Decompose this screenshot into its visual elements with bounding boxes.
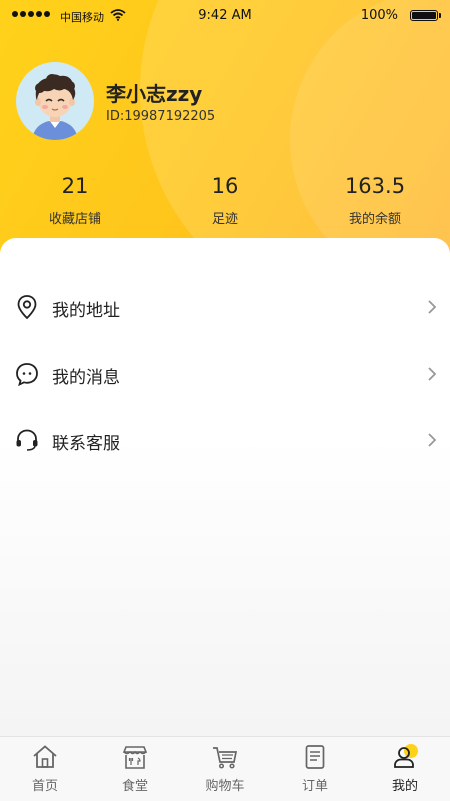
tab-label: 食堂 (121, 779, 148, 794)
tab-mine[interactable]: 我的 (360, 737, 450, 801)
menu-item-label: 我的地址 (52, 301, 120, 321)
tab-label: 我的 (391, 779, 418, 794)
tab-label: 订单 (301, 779, 328, 794)
user-id: ID:19987192205 (106, 109, 216, 124)
menu-item-label: 我的消息 (52, 368, 120, 388)
home-icon (33, 745, 57, 768)
menu-item-customer-service[interactable]: 联系客服 (0, 415, 450, 465)
tab-label: 购物车 (205, 779, 245, 794)
stat-footprints[interactable]: 16 足迹 (150, 174, 300, 227)
stat-label: 足迹 (211, 212, 238, 227)
location-pin-icon (17, 295, 37, 320)
profile-icon (394, 744, 418, 768)
tab-canteen[interactable]: 食堂 (90, 737, 180, 801)
order-icon (305, 745, 325, 769)
battery-percentage: 100% (360, 8, 398, 23)
stat-favorite-stores[interactable]: 21 收藏店铺 (0, 174, 150, 227)
chevron-right-icon (428, 433, 437, 447)
menu-item-label: 联系客服 (52, 434, 120, 454)
tab-orders[interactable]: 订单 (270, 737, 360, 801)
stat-value: 16 (211, 174, 239, 198)
tab-home[interactable]: 首页 (0, 737, 90, 801)
chat-bubble-icon (16, 363, 38, 387)
menu-item-messages[interactable]: 我的消息 (0, 349, 450, 399)
battery-icon (410, 10, 441, 21)
stat-label: 收藏店铺 (48, 212, 101, 227)
status-bar: 中国移动 9:42 AM 100% (0, 0, 450, 32)
bottom-tab-bar: 首页 食堂 购物车 订单 我的 (0, 736, 450, 801)
profile-header: 中国移动 9:42 AM 100% 李小志zzy ID:19987192205 … (0, 0, 450, 260)
stat-value: 163.5 (344, 174, 406, 198)
avatar[interactable] (16, 62, 94, 140)
chevron-right-icon (428, 300, 437, 314)
user-name: 李小志zzy (106, 82, 203, 106)
menu-item-address[interactable]: 我的地址 (0, 282, 450, 332)
canteen-icon (122, 746, 148, 769)
user-avatar-illustration (32, 74, 78, 140)
tab-cart[interactable]: 购物车 (180, 737, 270, 801)
headset-icon (16, 429, 38, 451)
stat-balance[interactable]: 163.5 我的余额 (300, 174, 450, 227)
stat-value: 21 (61, 174, 89, 198)
tab-label: 首页 (31, 779, 58, 794)
cart-icon (213, 747, 238, 769)
chevron-right-icon (428, 367, 437, 381)
stat-label: 我的余额 (348, 212, 401, 227)
menu-panel: 我的地址 我的消息 联系客服 (0, 238, 450, 736)
